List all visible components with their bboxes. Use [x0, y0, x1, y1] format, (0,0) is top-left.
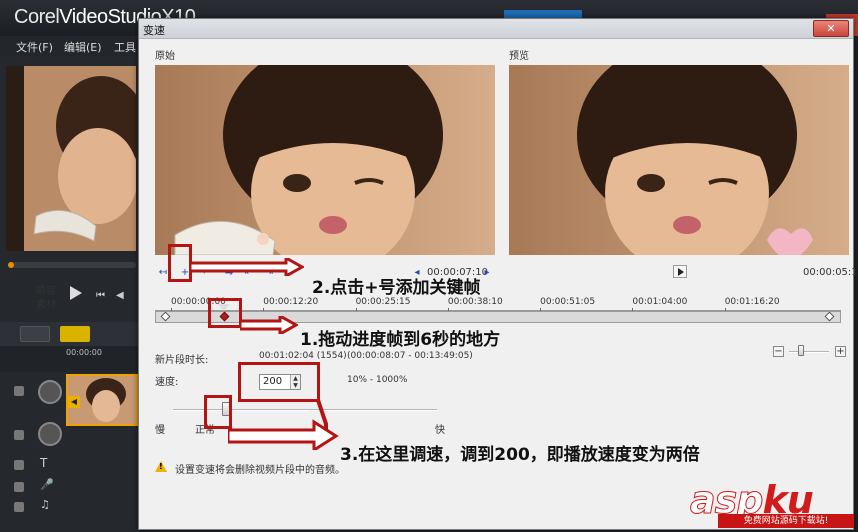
voice-track-icon[interactable]: 🎤 [40, 478, 54, 491]
fast-label: 快 [435, 425, 445, 436]
slow-label: 慢 [155, 425, 165, 436]
menu-tools[interactable]: 工具 [114, 39, 136, 55]
step1-annotation: 1.拖动进度帧到6秒的地方 [300, 330, 501, 350]
timeline-tools: 00:00:00 [0, 346, 140, 372]
preview-duration: 00:00:05:13 [803, 267, 858, 278]
ruler-tick-label: 00:00:25:15 [355, 297, 411, 312]
dialog-title: 变速 [143, 24, 165, 37]
preview-play-button[interactable] [673, 265, 687, 278]
skip-start-icon[interactable]: ⏮ [96, 290, 105, 301]
original-label: 原始 [155, 51, 175, 62]
track-lock-icon[interactable] [14, 482, 24, 492]
video-track-icon[interactable] [38, 380, 62, 404]
ruler-tick-label: 00:01:04:00 [632, 297, 688, 312]
new-clip-duration-value: 00:01:02:04 (1554) [259, 351, 347, 361]
preview-video-frame [509, 65, 849, 255]
title-track-icon[interactable]: T [40, 456, 47, 470]
app-menu-bar: 文件(F) 编辑(E) 工具 [0, 36, 140, 56]
new-clip-range: (00:00:08:07 - 00:13:49:05) [347, 351, 473, 361]
ruler-tick-label: 00:01:16:20 [724, 297, 780, 312]
speed-range: 10% - 1000% [347, 375, 408, 385]
track-lock-icon[interactable] [14, 460, 24, 470]
project-label[interactable]: 项目 [36, 282, 56, 297]
track-lock-icon[interactable] [14, 502, 24, 512]
watermark-tagline: 免费网站源码下载站! [718, 514, 854, 528]
add-keyframe-highlight [168, 244, 192, 282]
storyboard-view-button[interactable] [20, 326, 50, 342]
step-back-icon[interactable]: ◀ [116, 290, 124, 301]
step2-annotation: 2.点击+号添加关键帧 [312, 278, 481, 298]
zoom-slider-thumb[interactable] [798, 345, 804, 356]
ruler-tick-label: 00:00:38:10 [447, 297, 503, 312]
track-lock-icon[interactable] [14, 386, 24, 396]
dialog-title-bar: 变速 ✕ [139, 19, 853, 39]
zoom-in-button[interactable]: + [835, 346, 846, 357]
timeline-video-clip[interactable]: ◀ [66, 374, 138, 426]
preview-label: 预览 [509, 51, 529, 62]
timeline-ruler[interactable]: 00:00:00:00 00:00:12:20 00:00:25:15 00:00:3… [155, 297, 841, 312]
preview-frame-image [509, 65, 849, 255]
track-lock-icon[interactable] [14, 430, 24, 440]
zoom-slider-track[interactable] [789, 351, 829, 353]
end-keyframe[interactable] [824, 311, 835, 322]
menu-edit[interactable]: 编辑(E) [64, 39, 102, 55]
arrow-to-step2 [190, 258, 304, 276]
site-watermark: aspku 免费网站源码下载站! [689, 478, 856, 532]
dialog-close-button[interactable]: ✕ [813, 20, 849, 37]
new-clip-duration-label: 新片段时长: [155, 355, 209, 366]
start-keyframe[interactable] [160, 311, 171, 322]
arrow-to-step1 [240, 316, 298, 334]
timeline-timecode: 00:00:00 [66, 348, 102, 357]
menu-file[interactable]: 文件(F) [16, 39, 53, 55]
ruler-tick-label: 00:00:12:20 [263, 297, 319, 312]
next-frame-icon[interactable]: ▸ [481, 267, 493, 279]
original-frame-image [155, 65, 495, 255]
app-player-controls: 项目 素材 ⏮ ◀ [0, 280, 140, 312]
warning-text: 设置变速将会删除视频片段中的音频。 [175, 465, 345, 476]
keyframe-highlight [208, 298, 242, 328]
music-track-icon[interactable]: ♫ [40, 498, 50, 511]
app-preview-image [6, 66, 136, 251]
zoom-out-button[interactable]: − [773, 346, 784, 357]
timeline-view-button[interactable] [60, 326, 90, 342]
step3-annotation: 3.在这里调速，调到200，即播放速度变为两倍 [340, 445, 700, 465]
original-video-frame [155, 65, 495, 255]
warning-icon: ! [155, 461, 167, 472]
play-icon[interactable] [70, 286, 82, 300]
arrow-to-step3 [228, 399, 339, 450]
app-player-preview [6, 66, 136, 251]
clip-label[interactable]: 素材 [36, 296, 56, 311]
overlay-track-icon[interactable] [38, 422, 62, 446]
ruler-tick-label: 00:00:51:05 [540, 297, 596, 312]
timeline-header [0, 322, 140, 346]
clip-audio-icon: ◀ [68, 396, 80, 408]
speed-label: 速度: [155, 377, 179, 388]
app-scrub-bar[interactable] [8, 262, 136, 268]
